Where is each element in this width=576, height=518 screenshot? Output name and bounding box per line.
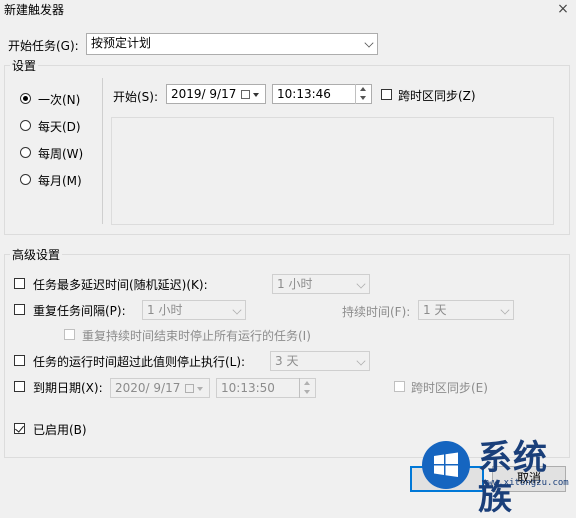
duration-label: 持续时间(F): — [342, 305, 411, 319]
repeat-select[interactable]: 1 小时 — [142, 300, 246, 320]
stop-if-longer-select[interactable]: 3 天 — [270, 351, 370, 371]
begin-task-value: 按预定计划 — [91, 36, 152, 50]
chevron-down-icon — [364, 38, 374, 48]
chevron-down-icon — [253, 93, 259, 97]
watermark-logo: 系统族 www.xitongzu.com — [420, 434, 576, 518]
start-date-picker[interactable]: 2019/ 9/17 — [166, 84, 266, 104]
start-date-value: 2019/ 9/17 — [171, 87, 237, 101]
start-label: 开始(S): — [113, 90, 159, 104]
delay-value: 1 小时 — [277, 277, 313, 291]
enabled-checkbox[interactable] — [14, 423, 25, 434]
begin-task-select[interactable]: 按预定计划 — [86, 33, 378, 55]
repeat-value: 1 小时 — [147, 303, 183, 317]
expire-time-value: 10:13:50 — [221, 381, 275, 395]
time-spinner[interactable] — [355, 84, 371, 104]
stop-running-checkbox[interactable] — [64, 329, 75, 340]
calendar-icon — [241, 90, 250, 99]
expire-date-picker[interactable]: 2020/ 9/17 — [110, 378, 210, 398]
settings-divider — [102, 78, 103, 224]
chevron-down-icon — [500, 305, 510, 315]
sync-tz-checkbox[interactable] — [381, 89, 392, 100]
radio-monthly[interactable] — [20, 174, 31, 185]
expire-sync-tz-checkbox[interactable] — [394, 381, 405, 392]
chevron-down-icon — [356, 356, 366, 366]
radio-weekly[interactable] — [20, 147, 31, 158]
expire-time-input[interactable]: 10:13:50 — [216, 378, 316, 398]
delay-label: 任务最多延迟时间(随机延迟)(K): — [33, 278, 208, 292]
stop-if-longer-value: 3 天 — [275, 354, 299, 368]
settings-group-title: 设置 — [10, 57, 39, 74]
stop-if-longer-label: 任务的运行时间超过此值则停止执行(L): — [33, 355, 246, 369]
begin-task-label: 开始任务(G): — [8, 39, 79, 53]
chevron-down-icon — [232, 305, 242, 315]
spin-up-icon — [304, 381, 310, 385]
expire-date-value: 2020/ 9/17 — [115, 381, 181, 395]
start-time-input[interactable]: 10:13:46 — [272, 84, 372, 104]
spin-up-icon — [360, 87, 366, 91]
duration-value: 1 天 — [423, 303, 447, 317]
chevron-down-icon — [356, 279, 366, 289]
expire-sync-tz-label: 跨时区同步(E) — [411, 381, 488, 395]
stop-if-longer-checkbox[interactable] — [14, 355, 25, 366]
close-icon[interactable]: × — [552, 0, 574, 18]
duration-select[interactable]: 1 天 — [418, 300, 514, 320]
radio-once-label: 一次(N) — [38, 93, 81, 107]
calendar-icon — [185, 384, 194, 393]
radio-weekly-label: 每周(W) — [38, 147, 84, 161]
enabled-label: 已启用(B) — [33, 423, 87, 437]
expire-checkbox[interactable] — [14, 381, 25, 392]
expire-label: 到期日期(X): — [33, 381, 103, 395]
repeat-label: 重复任务间隔(P): — [33, 304, 126, 318]
delay-select[interactable]: 1 小时 — [272, 274, 370, 294]
schedule-detail-panel — [111, 117, 554, 225]
watermark-url: www.xitongzu.com — [482, 478, 569, 488]
window-title: 新建触发器 — [4, 3, 65, 17]
start-time-value: 10:13:46 — [277, 87, 331, 101]
advanced-group-title: 高级设置 — [10, 246, 63, 263]
radio-daily[interactable] — [20, 120, 31, 131]
radio-once[interactable] — [20, 93, 31, 104]
chevron-down-icon — [197, 387, 203, 391]
delay-checkbox[interactable] — [14, 278, 25, 289]
spin-down-icon — [360, 96, 366, 100]
time-spinner[interactable] — [299, 378, 315, 398]
spin-down-icon — [304, 390, 310, 394]
radio-monthly-label: 每月(M) — [38, 174, 82, 188]
repeat-checkbox[interactable] — [14, 304, 25, 315]
sync-tz-label: 跨时区同步(Z) — [398, 89, 476, 103]
radio-daily-label: 每天(D) — [38, 120, 81, 134]
stop-running-label: 重复持续时间结束时停止所有运行的任务(I) — [82, 329, 311, 343]
